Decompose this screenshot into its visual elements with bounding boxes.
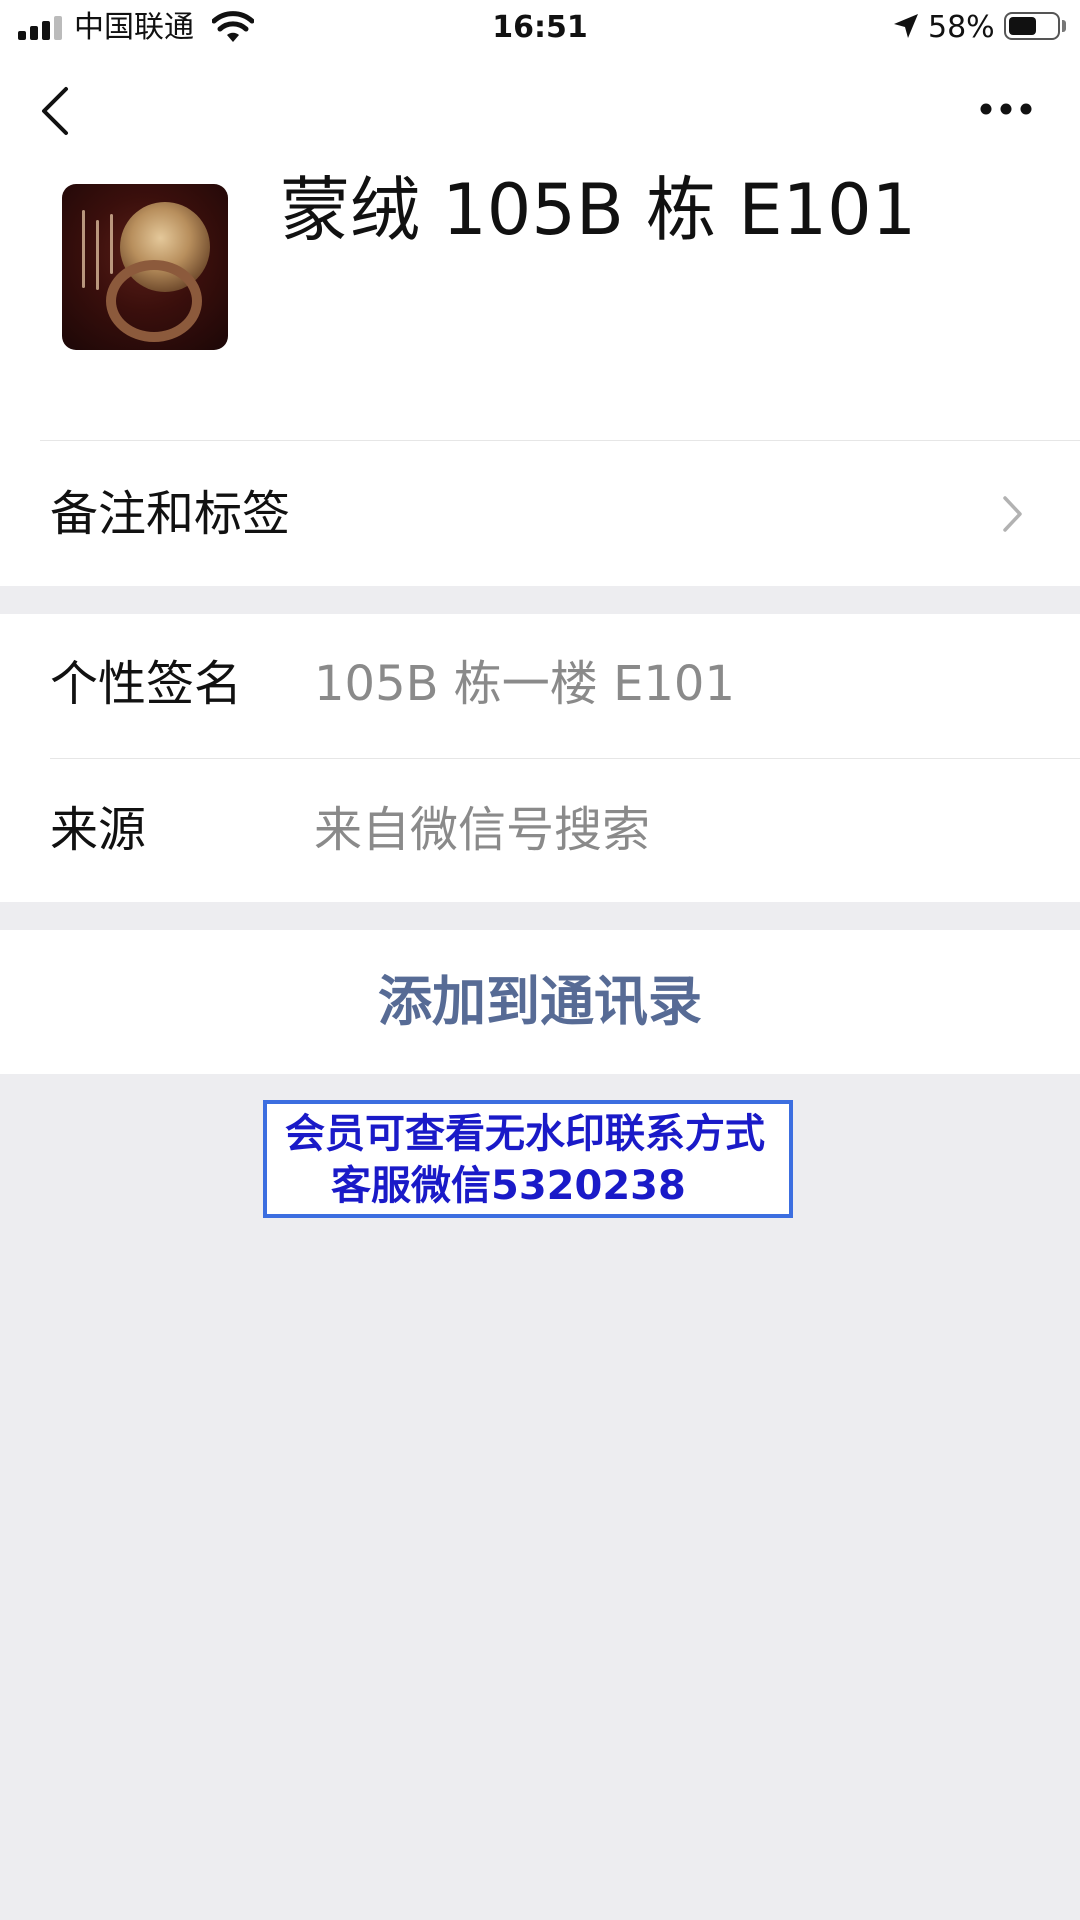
watermark-banner: 会员可查看无水印联系方式 客服微信5320238 <box>263 1100 793 1218</box>
signature-value: 105B 栋一楼 E101 <box>314 656 736 712</box>
signature-label: 个性签名 <box>50 656 243 712</box>
avatar[interactable] <box>62 184 228 350</box>
battery-level-fill <box>1009 17 1036 35</box>
source-label: 来源 <box>50 802 147 858</box>
profile-name: 蒙绒 105B 栋 E101 <box>280 169 917 251</box>
watermark-line-2: 客服微信5320238 <box>331 1163 686 1209</box>
add-to-contacts-button[interactable]: 添加到通讯录 <box>0 930 1080 1074</box>
remarks-and-tags-label: 备注和标签 <box>50 486 291 542</box>
info-divider <box>50 758 1080 759</box>
battery-icon <box>1004 12 1060 40</box>
chevron-right-icon <box>1003 496 1022 532</box>
chevron-left-icon[interactable] <box>36 86 76 136</box>
battery-tip <box>1062 20 1066 32</box>
status-bar: 中国联通 16:51 58% <box>0 0 1080 56</box>
door-knocker-ring <box>106 260 202 342</box>
watermark-line-1: 会员可查看无水印联系方式 <box>285 1111 765 1157</box>
ellipsis-icon[interactable] <box>978 96 1034 122</box>
source-value: 来自微信号搜索 <box>314 802 651 858</box>
location-arrow-icon <box>894 14 918 38</box>
battery-percent: 58% <box>928 10 995 45</box>
